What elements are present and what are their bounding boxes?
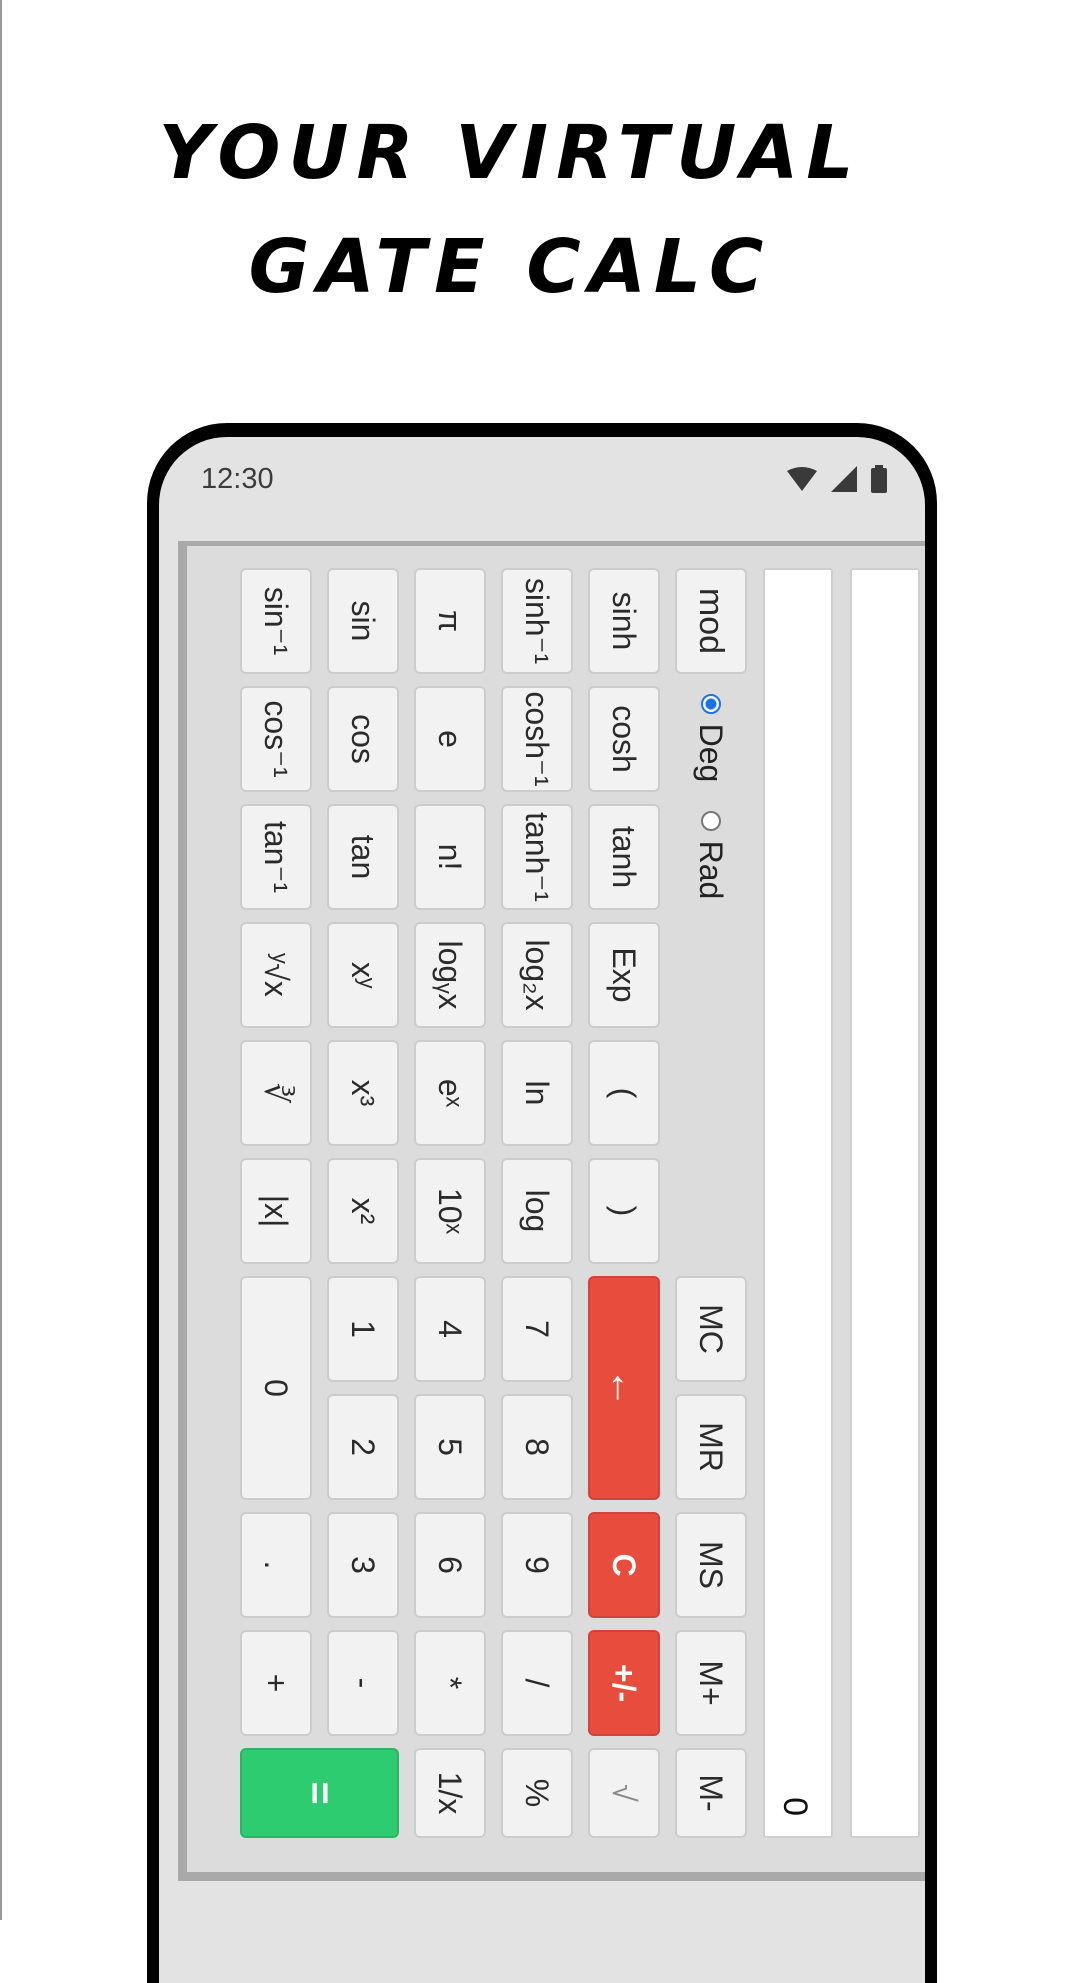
deg-radio-icon[interactable]	[701, 693, 721, 714]
square-key[interactable]: x²	[327, 1158, 399, 1264]
tanh-key[interactable]: tanh	[588, 804, 660, 910]
exp-key[interactable]: Exp	[588, 922, 660, 1028]
close-paren-key[interactable]: )	[588, 1158, 660, 1264]
log-base-y-key[interactable]: logᵧx	[414, 922, 486, 1028]
battery-icon	[871, 465, 887, 493]
headline-line-1: YOUR VIRTUAL	[158, 110, 862, 196]
deg-option[interactable]: Deg	[677, 683, 745, 793]
ten-power-key[interactable]: 10ˣ	[414, 1158, 486, 1264]
status-icons	[787, 465, 887, 493]
power-key[interactable]: xʸ	[327, 922, 399, 1028]
sin-inverse-key[interactable]: sin⁻¹	[240, 568, 312, 674]
cos-inverse-key[interactable]: cos⁻¹	[240, 686, 312, 792]
negate-key[interactable]: +/-	[588, 1630, 660, 1736]
open-paren-key[interactable]: (	[588, 1040, 660, 1146]
calculator-rotated-layout: 0 mod Deg Rad sinh sinh⁻¹ π sin sin⁻¹ co…	[200, 545, 920, 1845]
add-key[interactable]: +	[240, 1630, 312, 1736]
secondary-display	[850, 568, 920, 1838]
rad-radio-icon[interactable]	[701, 810, 721, 831]
wifi-icon	[787, 467, 817, 491]
rad-option[interactable]: Rad	[677, 800, 745, 910]
cube-root-key[interactable]: ∛	[240, 1040, 312, 1146]
tan-key[interactable]: tan	[327, 804, 399, 910]
reciprocal-key[interactable]: 1/x	[414, 1748, 486, 1838]
memory-clear-key[interactable]: MC	[675, 1276, 747, 1382]
factorial-key[interactable]: n!	[414, 804, 486, 910]
tanh-inverse-key[interactable]: tanh⁻¹	[501, 804, 573, 910]
pi-key[interactable]: π	[414, 568, 486, 674]
equals-key[interactable]: =	[240, 1748, 399, 1838]
tan-inverse-key[interactable]: tan⁻¹	[240, 804, 312, 910]
digit-4-key[interactable]: 4	[414, 1276, 486, 1382]
subtract-key[interactable]: -	[327, 1630, 399, 1736]
backspace-key[interactable]: ←	[588, 1276, 660, 1500]
phone-screen: 12:30 0 mod Deg Rad sinh sinh⁻¹ π sin si…	[159, 437, 925, 1983]
cosh-key[interactable]: cosh	[588, 686, 660, 792]
digit-8-key[interactable]: 8	[501, 1394, 573, 1500]
cube-key[interactable]: x³	[327, 1040, 399, 1146]
divide-key[interactable]: /	[501, 1630, 573, 1736]
sqrt-key[interactable]: √	[588, 1748, 660, 1838]
digit-6-key[interactable]: 6	[414, 1512, 486, 1618]
status-time: 12:30	[201, 463, 274, 495]
digit-9-key[interactable]: 9	[501, 1512, 573, 1618]
digit-3-key[interactable]: 3	[327, 1512, 399, 1618]
clear-key[interactable]: C	[588, 1512, 660, 1618]
yth-root-key[interactable]: ʸ√x	[240, 922, 312, 1028]
digit-7-key[interactable]: 7	[501, 1276, 573, 1382]
ln-key[interactable]: ln	[501, 1040, 573, 1146]
percent-key[interactable]: %	[501, 1748, 573, 1838]
headline-line-2: GATE CALC	[248, 224, 772, 310]
digit-2-key[interactable]: 2	[327, 1394, 399, 1500]
log-key[interactable]: log	[501, 1158, 573, 1264]
multiply-key[interactable]: *	[414, 1630, 486, 1736]
cosh-inverse-key[interactable]: cosh⁻¹	[501, 686, 573, 792]
decimal-point-key[interactable]: .	[240, 1512, 312, 1618]
sinh-inverse-key[interactable]: sinh⁻¹	[501, 568, 573, 674]
memory-subtract-key[interactable]: M-	[675, 1748, 747, 1838]
display-value: 0	[776, 1797, 814, 1816]
signal-icon	[831, 466, 857, 492]
main-display: 0	[763, 568, 833, 1838]
digit-5-key[interactable]: 5	[414, 1394, 486, 1500]
memory-store-key[interactable]: MS	[675, 1512, 747, 1618]
sinh-key[interactable]: sinh	[588, 568, 660, 674]
cos-key[interactable]: cos	[327, 686, 399, 792]
calculator-panel: 0 mod Deg Rad sinh sinh⁻¹ π sin sin⁻¹ co…	[187, 546, 925, 1872]
memory-add-key[interactable]: M+	[675, 1630, 747, 1736]
mod-key[interactable]: mod	[675, 568, 747, 674]
abs-key[interactable]: |x|	[240, 1158, 312, 1264]
phone-frame: 12:30 0 mod Deg Rad sinh sinh⁻¹ π sin si…	[147, 423, 937, 1983]
e-power-key[interactable]: eˣ	[414, 1040, 486, 1146]
memory-recall-key[interactable]: MR	[675, 1394, 747, 1500]
sin-key[interactable]: sin	[327, 568, 399, 674]
log2-key[interactable]: log₂x	[501, 922, 573, 1028]
digit-1-key[interactable]: 1	[327, 1276, 399, 1382]
digit-0-key[interactable]: 0	[240, 1276, 312, 1500]
e-key[interactable]: e	[414, 686, 486, 792]
